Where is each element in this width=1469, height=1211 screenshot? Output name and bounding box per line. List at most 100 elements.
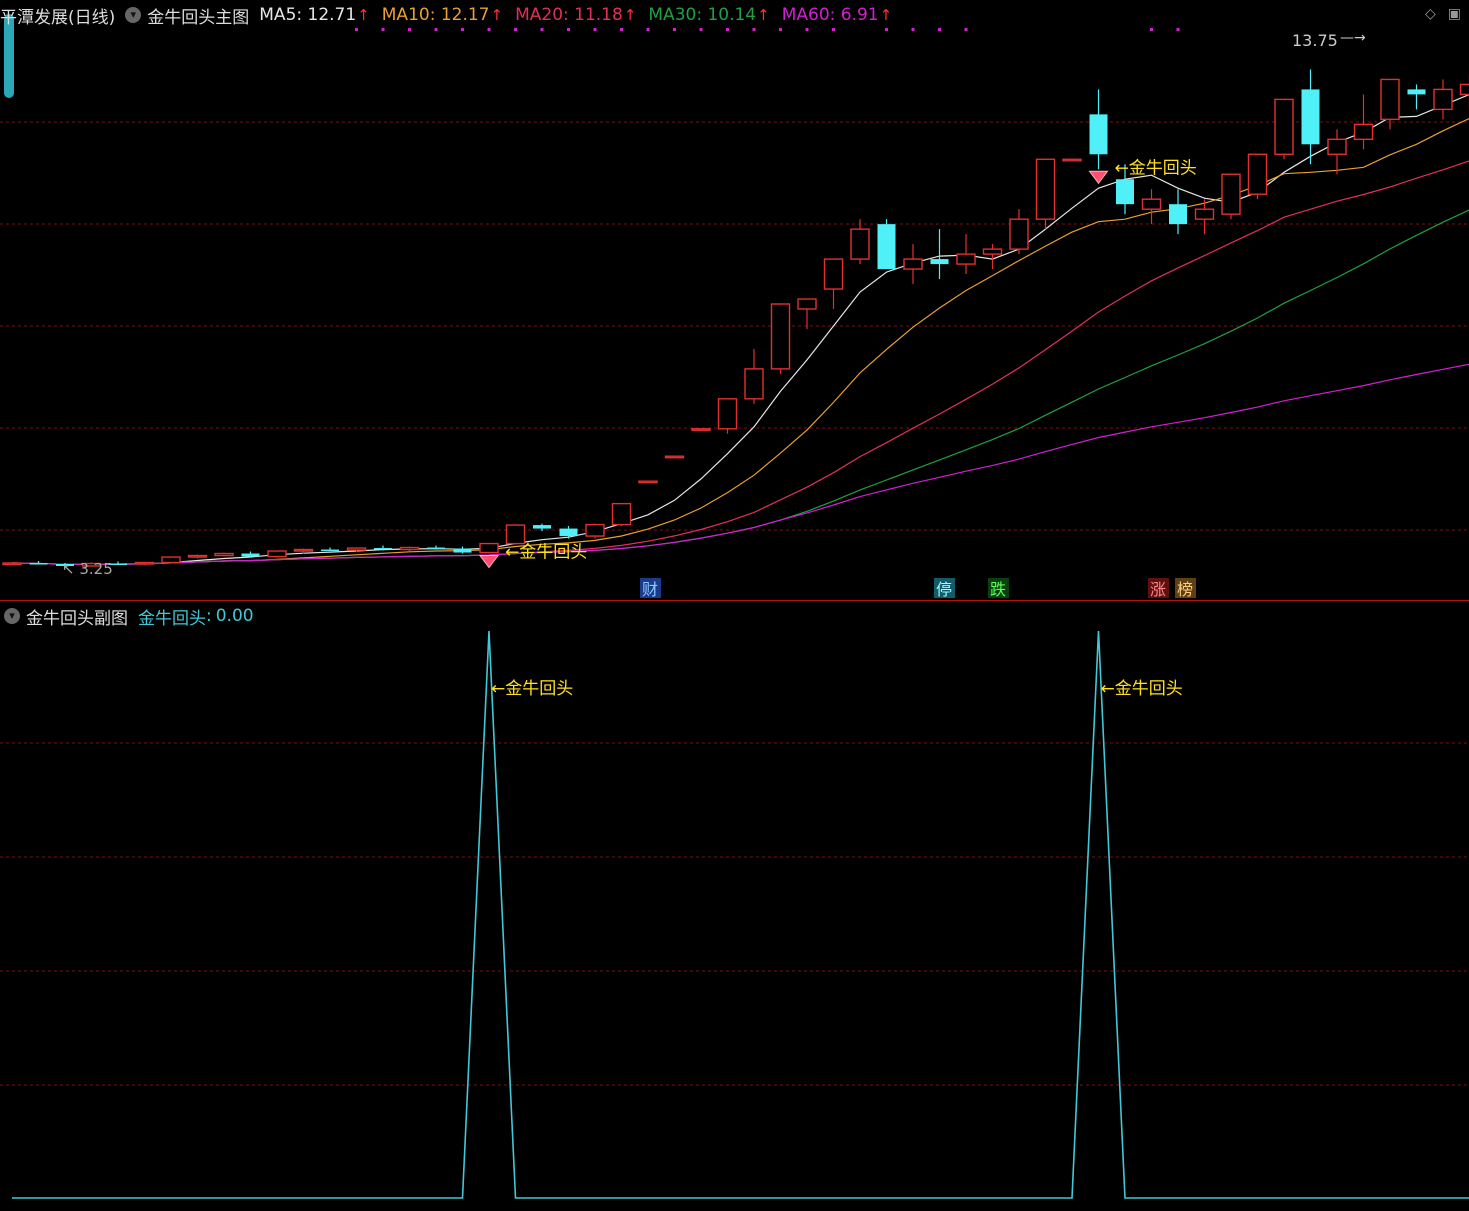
- dot-marker: [700, 28, 703, 31]
- ma-legend-item: MA5: 12.71↑: [259, 5, 376, 25]
- dot-marker: [726, 28, 729, 31]
- sub-chart-canvas[interactable]: ←金牛回头←金牛回头: [0, 601, 1469, 1211]
- candle-body: [639, 481, 657, 483]
- event-tag-text: 财: [642, 580, 658, 599]
- candle-body: [560, 529, 578, 536]
- indicator-menu-icon[interactable]: ▾: [125, 7, 141, 23]
- candle[interactable]: [215, 553, 233, 557]
- candle[interactable]: [1143, 189, 1161, 224]
- event-tag[interactable]: 涨: [1148, 578, 1169, 599]
- candle[interactable]: [586, 524, 604, 539]
- candle[interactable]: [772, 304, 790, 374]
- dot-marker: [355, 28, 358, 31]
- dot-marker: [382, 28, 385, 31]
- ma-line-20: [12, 142, 1469, 564]
- candle[interactable]: [931, 229, 949, 279]
- candle-body: [507, 525, 525, 543]
- candle[interactable]: [957, 234, 975, 274]
- main-indicator-name[interactable]: 金牛回头主图: [147, 3, 249, 28]
- candle[interactable]: [851, 219, 869, 264]
- event-tag[interactable]: 跌: [988, 578, 1009, 599]
- event-tag[interactable]: 财: [640, 578, 661, 599]
- gem-icon: [480, 556, 498, 568]
- candle[interactable]: [1222, 174, 1240, 219]
- candle-body: [533, 525, 551, 528]
- stock-name[interactable]: 平潭发展(日线): [0, 3, 115, 28]
- candle-body: [851, 229, 869, 259]
- candle-body: [931, 259, 949, 264]
- main-chart-panel[interactable]: ←金牛回头←金牛回头13.75—→↖ 3.25财停跌涨榜 平潭发展(日线) ▾ …: [0, 0, 1469, 600]
- event-tag-text: 榜: [1177, 580, 1193, 599]
- candle[interactable]: [1249, 154, 1267, 199]
- candle[interactable]: [3, 563, 21, 565]
- main-chart-canvas[interactable]: ←金牛回头←金牛回头13.75—→↖ 3.25财停跌涨榜: [0, 0, 1469, 600]
- candle[interactable]: [1302, 69, 1320, 164]
- dot-marker: [461, 28, 464, 31]
- candle-body: [984, 249, 1002, 254]
- candle-body: [374, 548, 392, 550]
- candle[interactable]: [825, 259, 843, 309]
- candle-body: [480, 544, 498, 553]
- candle-body: [215, 554, 233, 556]
- candle[interactable]: [189, 555, 207, 559]
- candle[interactable]: [1063, 159, 1081, 161]
- sub-indicator-name[interactable]: 金牛回头副图: [26, 604, 128, 629]
- candle[interactable]: [904, 244, 922, 284]
- candle-body: [1461, 84, 1469, 94]
- candle[interactable]: [1408, 84, 1426, 109]
- candle[interactable]: [30, 561, 48, 564]
- candle-body: [692, 429, 710, 431]
- candle-body: [719, 399, 737, 429]
- candle[interactable]: [613, 504, 631, 526]
- dot-marker: [435, 28, 438, 31]
- candle[interactable]: [878, 219, 896, 269]
- candle[interactable]: [798, 299, 816, 329]
- candle-body: [613, 504, 631, 525]
- candle[interactable]: [639, 481, 657, 483]
- candle[interactable]: [719, 399, 737, 434]
- candle[interactable]: [1169, 189, 1187, 234]
- candle[interactable]: [401, 547, 419, 551]
- dot-marker: [1177, 28, 1180, 31]
- candle[interactable]: [268, 551, 286, 558]
- sub-indicator-menu-icon[interactable]: ▾: [4, 608, 20, 624]
- up-arrow-icon: ↑: [491, 6, 504, 24]
- candle[interactable]: [427, 546, 445, 550]
- sub-header: ▾ 金牛回头副图 金牛回头 : 0.00: [0, 603, 260, 629]
- window-icon[interactable]: ▣: [1448, 6, 1461, 22]
- sub-signal-label: ←金牛回头: [491, 679, 573, 699]
- candle-body: [957, 254, 975, 264]
- candle[interactable]: [1434, 79, 1452, 119]
- candle[interactable]: [1381, 79, 1399, 129]
- candle-body: [1063, 159, 1081, 161]
- candle[interactable]: [162, 557, 180, 564]
- candle-body: [825, 259, 843, 289]
- candle-body: [1222, 174, 1240, 214]
- candle[interactable]: [1037, 159, 1055, 229]
- candle[interactable]: [560, 526, 578, 538]
- candle[interactable]: [136, 562, 154, 565]
- candle[interactable]: [480, 544, 498, 554]
- candle[interactable]: [1010, 209, 1028, 254]
- signal-marker[interactable]: ←金牛回头: [1090, 158, 1197, 183]
- candle[interactable]: [454, 547, 472, 554]
- sub-chart-panel[interactable]: ←金牛回头←金牛回头 ▾ 金牛回头副图 金牛回头 : 0.00: [0, 600, 1469, 1211]
- event-tag[interactable]: 榜: [1175, 578, 1196, 599]
- candle[interactable]: [1275, 99, 1293, 159]
- candle[interactable]: [1461, 74, 1469, 109]
- event-tag[interactable]: 停: [934, 578, 955, 599]
- dot-marker: [753, 28, 756, 31]
- candle-body: [401, 548, 419, 550]
- candle-body: [1010, 219, 1028, 249]
- diamond-icon[interactable]: ◇: [1425, 6, 1436, 22]
- ma-legend-text: MA30: 10.14: [648, 5, 756, 25]
- candle[interactable]: [1090, 89, 1108, 169]
- candle[interactable]: [321, 548, 339, 551]
- dot-marker: [620, 28, 623, 31]
- candle[interactable]: [666, 456, 684, 458]
- ma-legend-text: MA60: 6.91: [782, 5, 879, 25]
- candle-body: [268, 551, 286, 556]
- candle[interactable]: [1328, 129, 1346, 174]
- candle[interactable]: [745, 349, 763, 404]
- candle[interactable]: [692, 429, 710, 431]
